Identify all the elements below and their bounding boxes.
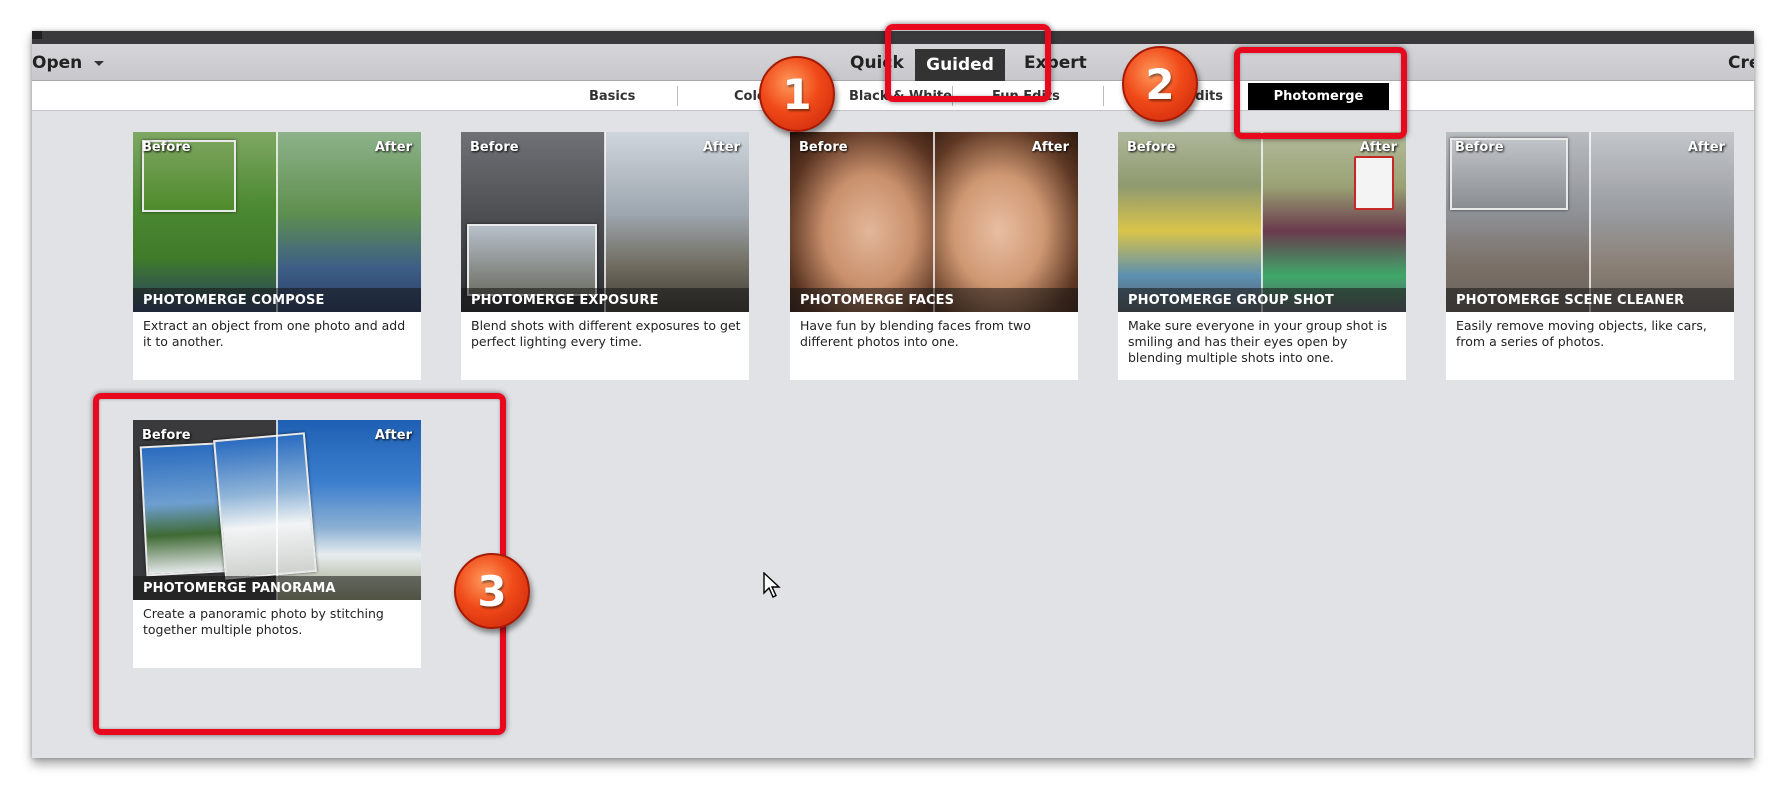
step-badge-1: 1 — [759, 56, 835, 132]
after-label: After — [1687, 140, 1725, 155]
before-image — [1118, 132, 1262, 312]
after-image — [1590, 132, 1734, 312]
step-badge-3: 3 — [454, 553, 530, 629]
window-corner — [32, 31, 42, 39]
scene-cleaner-thumbnail: Before After PHOTOMERGE SCENE CLEANER — [1446, 132, 1734, 312]
before-image — [790, 132, 934, 312]
after-image — [934, 132, 1078, 312]
before-label: Before — [142, 140, 191, 155]
exposure-thumbnail: Before After PHOTOMERGE EXPOSURE — [461, 132, 749, 312]
card-title: PHOTOMERGE EXPOSURE — [471, 293, 659, 308]
after-label: After — [1359, 140, 1397, 155]
card-description: Blend shots with different exposures to … — [471, 318, 741, 349]
group-shot-thumbnail: Before After PHOTOMERGE GROUP SHOT — [1118, 132, 1406, 312]
card-description: Extract an object from one photo and add… — [143, 318, 406, 349]
no-parking-sign — [1354, 156, 1394, 210]
highlight-photomerge-tab — [1234, 47, 1407, 139]
tab-separator — [677, 86, 678, 106]
faces-thumbnail: Before After PHOTOMERGE FACES — [790, 132, 1078, 312]
card-photomerge-faces[interactable]: Before After PHOTOMERGE FACES Have fun b… — [790, 132, 1078, 380]
before-label: Before — [799, 140, 848, 155]
after-label: After — [374, 140, 412, 155]
before-label: Before — [1127, 140, 1176, 155]
step-badge-2: 2 — [1122, 46, 1198, 122]
card-title: PHOTOMERGE COMPOSE — [143, 293, 325, 308]
after-image — [277, 132, 421, 312]
before-inset-photo — [467, 224, 597, 296]
open-button[interactable]: Open — [32, 44, 82, 81]
card-photomerge-compose[interactable]: Before After PHOTOMERGE COMPOSE Extract … — [133, 132, 421, 380]
card-description: Make sure everyone in your group shot is… — [1128, 318, 1388, 365]
create-label: Create — [1728, 52, 1754, 73]
after-label: After — [1031, 140, 1069, 155]
card-title: PHOTOMERGE FACES — [800, 293, 955, 308]
card-title: PHOTOMERGE SCENE CLEANER — [1456, 293, 1685, 308]
before-label: Before — [470, 140, 519, 155]
open-dropdown-icon[interactable] — [94, 61, 104, 66]
card-description: Have fun by blending faces from two diff… — [800, 318, 1031, 349]
before-after-divider — [1589, 132, 1591, 312]
card-photomerge-scene-cleaner[interactable]: Before After PHOTOMERGE SCENE CLEANER Ea… — [1446, 132, 1734, 380]
before-label: Before — [1455, 140, 1504, 155]
after-image — [605, 132, 749, 312]
card-description: Easily remove moving objects, like cars,… — [1456, 318, 1707, 349]
compose-thumbnail: Before After PHOTOMERGE COMPOSE — [133, 132, 421, 312]
tab-basics[interactable]: Basics — [589, 81, 635, 111]
before-after-divider — [1261, 132, 1263, 312]
mouse-pointer-icon — [763, 571, 781, 598]
card-photomerge-group-shot[interactable]: Before After PHOTOMERGE GROUP SHOT Make … — [1118, 132, 1406, 380]
highlight-panorama-card — [93, 393, 506, 735]
before-after-divider — [276, 132, 278, 312]
card-title: PHOTOMERGE GROUP SHOT — [1128, 293, 1334, 308]
tab-separator — [1103, 86, 1104, 106]
before-after-divider — [604, 132, 606, 312]
highlight-guided-tab — [885, 24, 1051, 102]
after-label: After — [702, 140, 740, 155]
create-button[interactable]: Create — [1728, 44, 1754, 81]
before-after-divider — [933, 132, 935, 312]
card-photomerge-exposure[interactable]: Before After PHOTOMERGE EXPOSURE Blend s… — [461, 132, 749, 380]
